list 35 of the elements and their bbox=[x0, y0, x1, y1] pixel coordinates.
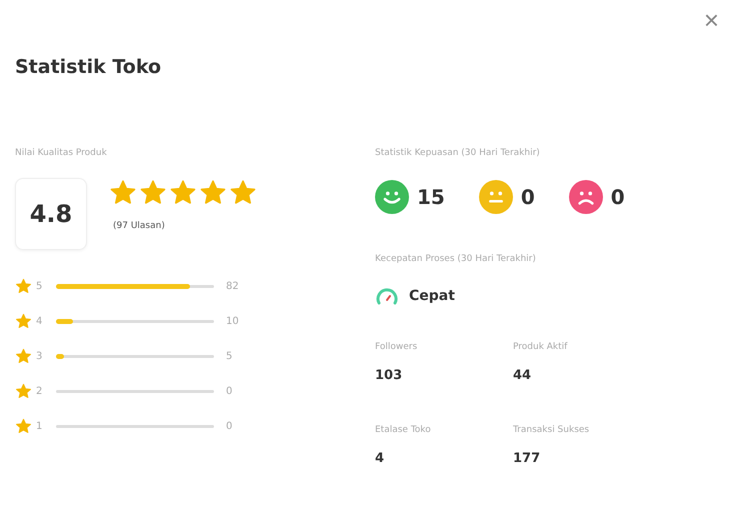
section-label: Nilai Kualitas Produk bbox=[15, 148, 108, 158]
rating-count: 0 bbox=[226, 386, 232, 397]
star-icon bbox=[15, 348, 32, 365]
satisfaction-count: 0 bbox=[610, 185, 625, 209]
rating-count: 10 bbox=[226, 316, 239, 327]
stat-label: Etalase Toko bbox=[375, 425, 432, 435]
rating-count: 5 bbox=[226, 351, 232, 362]
review-count: (97 Ulasan) bbox=[113, 221, 166, 231]
stat-label: Produk Aktif bbox=[513, 342, 568, 352]
section-label: Kecepatan Proses (30 Hari Terakhir) bbox=[375, 254, 537, 264]
speedometer-icon bbox=[375, 286, 399, 306]
rating-count: 0 bbox=[226, 421, 232, 432]
rating-number: 4 bbox=[36, 316, 44, 327]
star-icon bbox=[15, 418, 32, 435]
close-button[interactable]: × bbox=[698, 6, 725, 34]
speed-value: Cepat bbox=[409, 288, 455, 304]
star-icon bbox=[15, 278, 32, 295]
stat-value: 177 bbox=[513, 451, 542, 466]
star-icon bbox=[15, 313, 32, 330]
rating-number: 1 bbox=[36, 421, 44, 432]
stat-value: 4 bbox=[375, 451, 386, 466]
rating-number: 5 bbox=[36, 281, 44, 292]
satisfaction-count: 15 bbox=[417, 185, 445, 209]
rating-number: 3 bbox=[36, 351, 44, 362]
stat-label: Transaksi Sukses bbox=[513, 425, 590, 435]
section-label: Statistik Kepuasan (30 Hari Terakhir) bbox=[375, 148, 541, 158]
dialog-title: Statistik Toko bbox=[15, 56, 162, 78]
satisfaction-count: 0 bbox=[520, 185, 535, 209]
stat-value: 103 bbox=[375, 368, 404, 383]
star-icon bbox=[15, 383, 32, 400]
stat-label: Followers bbox=[375, 342, 418, 352]
stat-value: 44 bbox=[513, 368, 532, 383]
rating-count: 82 bbox=[226, 281, 239, 292]
rating-number: 2 bbox=[36, 386, 44, 397]
rating-score: 4.8 bbox=[15, 178, 87, 250]
